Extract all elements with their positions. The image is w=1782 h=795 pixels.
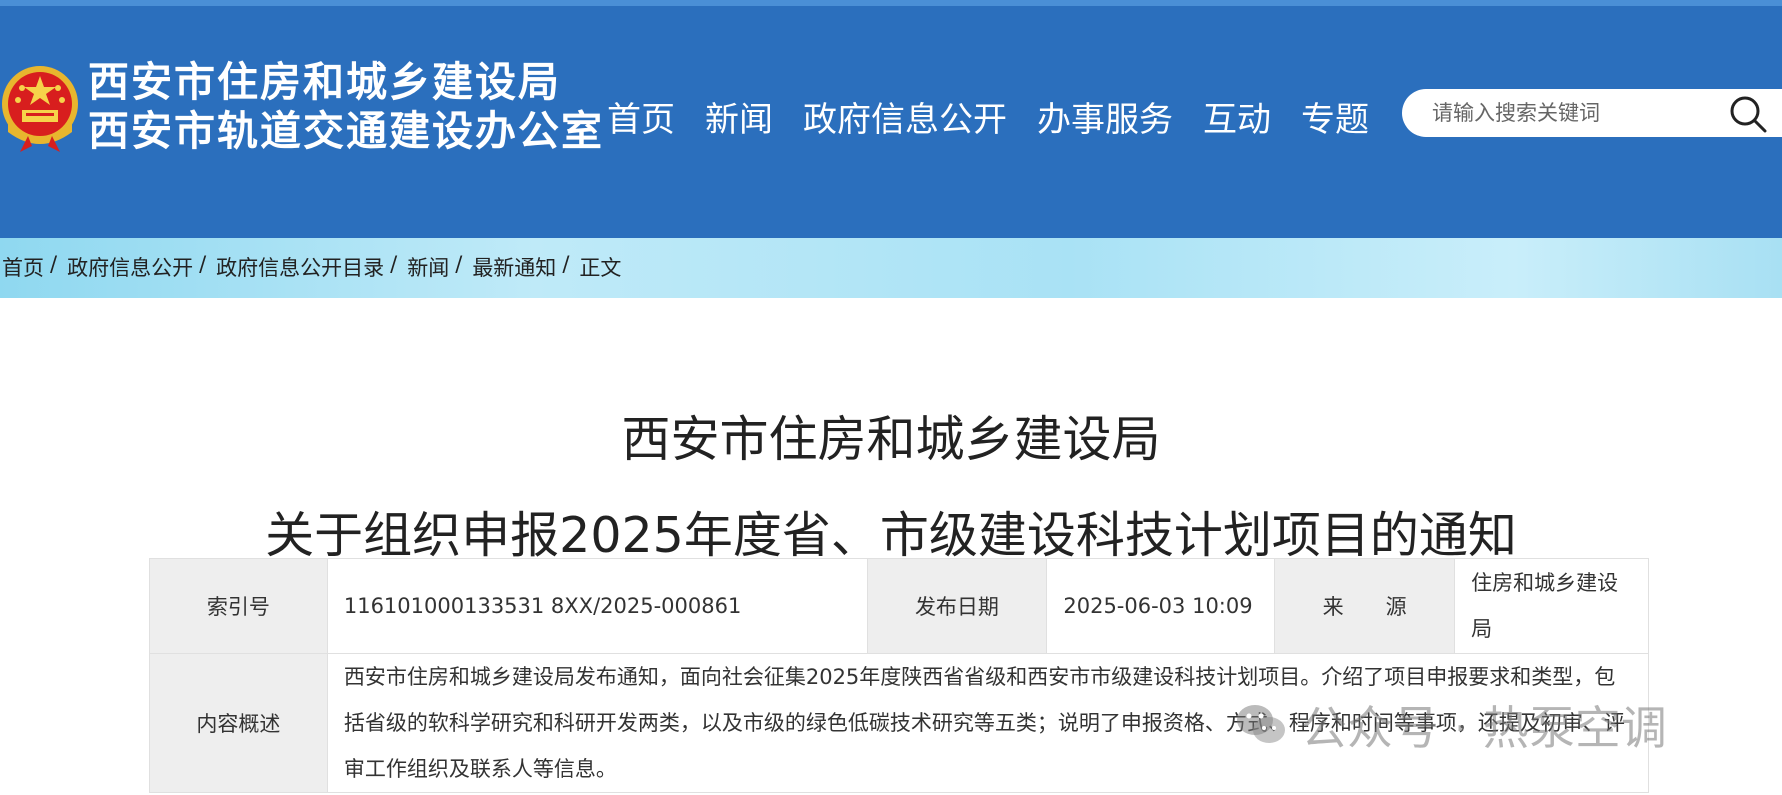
breadcrumb-separator: / — [455, 252, 463, 276]
main-nav: 首页 新闻 政府信息公开 办事服务 互动 专题 — [607, 98, 1399, 142]
breadcrumb-home[interactable]: 首页 — [2, 252, 44, 282]
national-emblem-icon — [2, 66, 78, 152]
document-title-line1: 西安市住房和城乡建设局 — [621, 411, 1161, 468]
summary-label: 内容概述 — [149, 653, 328, 793]
nav-interaction[interactable]: 互动 — [1203, 98, 1271, 142]
breadcrumb-separator: / — [562, 252, 570, 276]
nav-gov-info[interactable]: 政府信息公开 — [803, 98, 1007, 142]
breadcrumb-gov-info[interactable]: 政府信息公开 — [67, 252, 193, 282]
breadcrumb-band: 首页 / 政府信息公开 / 政府信息公开目录 / 新闻 / 最新通知 / 正文 — [0, 238, 1782, 298]
nav-news[interactable]: 新闻 — [705, 98, 773, 142]
nav-home[interactable]: 首页 — [607, 98, 675, 142]
wechat-icon — [1237, 705, 1285, 743]
publish-date-value: 2025-06-03 10:09 — [1046, 558, 1276, 654]
breadcrumb: 首页 / 政府信息公开 / 政府信息公开目录 / 新闻 / 最新通知 / 正文 — [2, 252, 621, 282]
site-name-line1: 西安市住房和城乡建设局 — [88, 58, 561, 106]
site-header: 西安市住房和城乡建设局 西安市轨道交通建设办公室 首页 新闻 政府信息公开 办事… — [0, 0, 1782, 238]
breadcrumb-separator: / — [199, 252, 207, 276]
search-box — [1402, 89, 1782, 137]
site-name-line2: 西安市轨道交通建设办公室 — [88, 107, 604, 155]
header-top-line — [0, 0, 1782, 6]
publish-date-label: 发布日期 — [866, 558, 1048, 654]
meta-row: 索引号 116101000133531 8XX/2025-000861 发布日期… — [149, 558, 1649, 654]
nav-topics[interactable]: 专题 — [1301, 98, 1369, 142]
breadcrumb-current: 正文 — [579, 256, 622, 280]
breadcrumb-latest-notice[interactable]: 最新通知 — [472, 252, 556, 282]
index-value: 116101000133531 8XX/2025-000861 — [326, 558, 868, 654]
nav-services[interactable]: 办事服务 — [1037, 98, 1173, 142]
breadcrumb-news[interactable]: 新闻 — [407, 252, 449, 282]
search-input[interactable] — [1432, 99, 1712, 127]
breadcrumb-separator: / — [50, 252, 58, 276]
source-label: 来 源 — [1274, 558, 1456, 654]
breadcrumb-separator: / — [390, 252, 398, 276]
watermark-text: 公众号 · 热泵空调 — [1301, 701, 1667, 755]
search-icon[interactable] — [1727, 94, 1769, 134]
breadcrumb-gov-info-catalog[interactable]: 政府信息公开目录 — [216, 252, 384, 282]
source-value: 住房和城乡建设局 — [1454, 558, 1649, 654]
index-label: 索引号 — [149, 558, 328, 654]
watermark: 公众号 · 热泵空调 — [1235, 692, 1667, 758]
document-title: 西安市住房和城乡建设局 关于组织申报2025年度省、市级建设科技计划项目的通知 — [0, 392, 1782, 584]
site-name[interactable]: 西安市住房和城乡建设局 西安市轨道交通建设办公室 — [88, 58, 604, 156]
